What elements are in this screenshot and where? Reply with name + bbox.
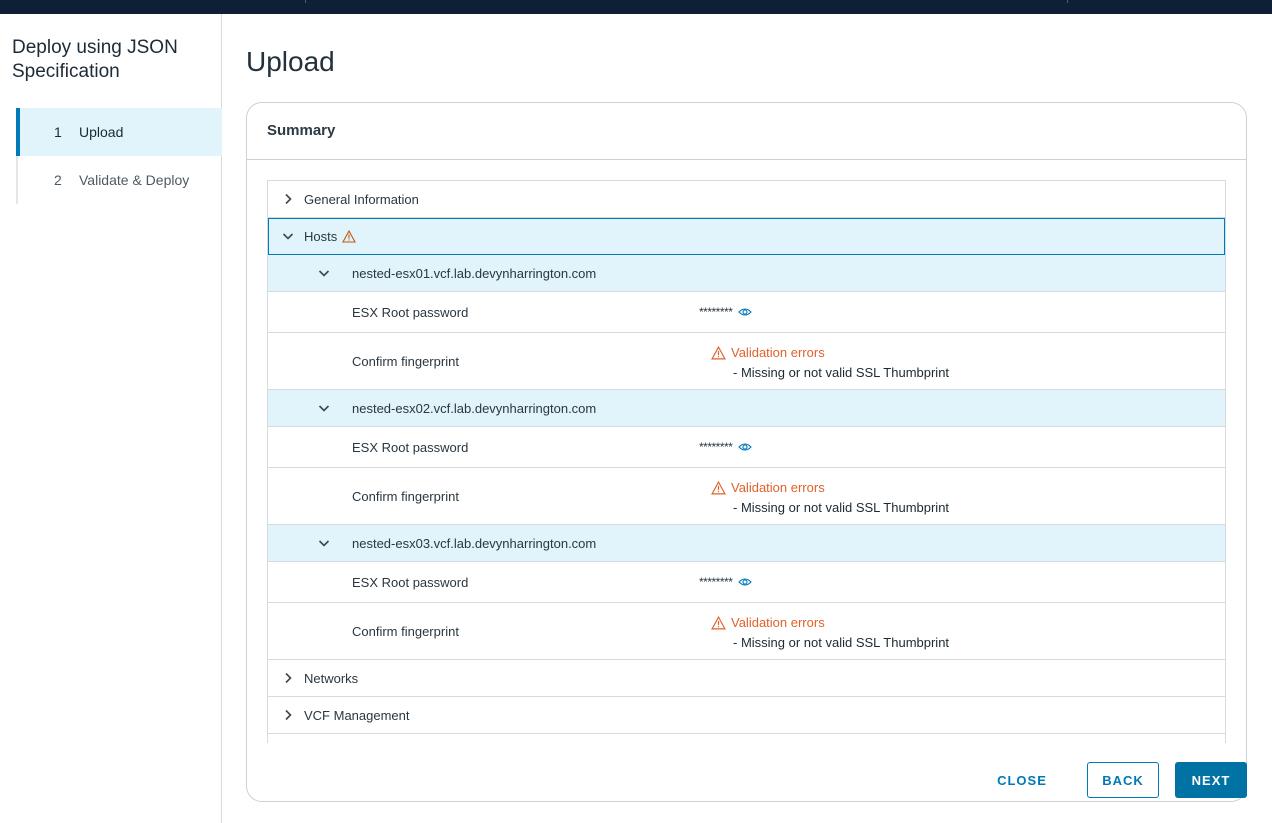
host-fingerprint-row: Confirm fingerprint Validation errors - … bbox=[268, 333, 1225, 390]
summary-tree[interactable]: General Information Hosts nested-esx01.v… bbox=[267, 180, 1226, 743]
page-title: Upload bbox=[246, 46, 335, 77]
validation-error: Validation errors - Missing or not valid… bbox=[711, 478, 1011, 518]
password-label: ESX Root password bbox=[352, 574, 469, 590]
fingerprint-label: Confirm fingerprint bbox=[352, 488, 459, 504]
host-name: nested-esx02.vcf.lab.devynharrington.com bbox=[352, 400, 597, 416]
validation-error: Validation errors - Missing or not valid… bbox=[711, 613, 1011, 653]
close-button[interactable]: CLOSE bbox=[982, 762, 1062, 798]
next-button[interactable]: NEXT bbox=[1175, 762, 1247, 798]
header-divider bbox=[305, 0, 306, 3]
error-message: - Missing or not valid SSL Thumbprint bbox=[733, 500, 950, 515]
wizard-steps: 1 Upload 2 Validate & Deploy bbox=[16, 108, 222, 204]
wizard-footer: CLOSE BACK NEXT bbox=[222, 762, 1272, 802]
fingerprint-label: Confirm fingerprint bbox=[352, 353, 459, 369]
tree-node-label: General Information bbox=[304, 191, 419, 207]
tree-node-host[interactable]: nested-esx01.vcf.lab.devynharrington.com bbox=[268, 255, 1225, 292]
hosts-label: Hosts bbox=[304, 228, 338, 244]
host-name: nested-esx03.vcf.lab.devynharrington.com bbox=[352, 535, 597, 551]
tree-node-partial[interactable] bbox=[268, 734, 1225, 743]
eye-icon[interactable] bbox=[738, 442, 753, 452]
host-password-row: ESX Root password ******** bbox=[268, 427, 1225, 468]
chevron-right-icon[interactable] bbox=[282, 672, 294, 684]
chevron-down-icon[interactable] bbox=[318, 537, 330, 549]
host-fingerprint-row: Confirm fingerprint Validation errors - … bbox=[268, 468, 1225, 525]
validation-error-title: Validation errors bbox=[711, 478, 1011, 498]
eye-icon[interactable] bbox=[738, 307, 753, 317]
warning-icon bbox=[342, 229, 357, 243]
step-number: 1 bbox=[54, 124, 62, 140]
step-number: 2 bbox=[54, 172, 62, 188]
password-value: ******** bbox=[699, 305, 753, 319]
password-label: ESX Root password bbox=[352, 439, 469, 455]
header-divider bbox=[1067, 0, 1068, 3]
validation-error-title: Validation errors bbox=[711, 343, 1011, 363]
step-upload[interactable]: 1 Upload bbox=[16, 108, 222, 156]
chevron-right-icon[interactable] bbox=[282, 709, 294, 721]
host-name: nested-esx01.vcf.lab.devynharrington.com bbox=[352, 265, 597, 281]
tree-node-host[interactable]: nested-esx02.vcf.lab.devynharrington.com bbox=[268, 390, 1225, 427]
main-content: Upload Summary General Information Hosts bbox=[222, 14, 1272, 823]
tree-node-label: Networks bbox=[304, 670, 359, 686]
error-title-text: Validation errors bbox=[731, 615, 825, 630]
wizard-title: Deploy using JSON Specification bbox=[12, 37, 178, 82]
tree-node-general-information[interactable]: General Information bbox=[268, 181, 1225, 218]
tree-node-label: VCF Management bbox=[304, 707, 410, 723]
warning-icon bbox=[711, 346, 726, 360]
tree-node-hosts[interactable]: Hosts bbox=[268, 218, 1225, 255]
chevron-down-icon[interactable] bbox=[318, 402, 330, 414]
password-mask: ******** bbox=[699, 575, 733, 589]
password-label: ESX Root password bbox=[352, 304, 469, 320]
chevron-down-icon[interactable] bbox=[282, 230, 294, 242]
step-validate-deploy[interactable]: 2 Validate & Deploy bbox=[16, 156, 222, 204]
eye-icon[interactable] bbox=[738, 577, 753, 587]
validation-error: Validation errors - Missing or not valid… bbox=[711, 343, 1011, 383]
password-value: ******** bbox=[699, 575, 753, 589]
password-mask: ******** bbox=[699, 440, 733, 454]
tree-node-host[interactable]: nested-esx03.vcf.lab.devynharrington.com bbox=[268, 525, 1225, 562]
error-message: - Missing or not valid SSL Thumbprint bbox=[733, 365, 950, 380]
password-mask: ******** bbox=[699, 305, 733, 319]
host-password-row: ESX Root password ******** bbox=[268, 292, 1225, 333]
step-label: Upload bbox=[79, 124, 124, 140]
password-value: ******** bbox=[699, 440, 753, 454]
host-fingerprint-row: Confirm fingerprint Validation errors - … bbox=[268, 603, 1225, 660]
fingerprint-label: Confirm fingerprint bbox=[352, 623, 459, 639]
chevron-right-icon[interactable] bbox=[282, 193, 294, 205]
error-title-text: Validation errors bbox=[731, 480, 825, 495]
back-button[interactable]: BACK bbox=[1087, 762, 1159, 798]
tree-node-vcf-management[interactable]: VCF Management bbox=[268, 697, 1225, 734]
tree-node-label: Hosts bbox=[304, 228, 357, 244]
host-password-row: ESX Root password ******** bbox=[268, 562, 1225, 603]
summary-title: Summary bbox=[247, 103, 1246, 160]
top-header-bar bbox=[0, 0, 1272, 14]
wizard-sidebar: Deploy using JSON Specification 1 Upload… bbox=[0, 14, 222, 823]
warning-icon bbox=[711, 481, 726, 495]
tree-node-networks[interactable]: Networks bbox=[268, 660, 1225, 697]
warning-icon bbox=[711, 616, 726, 630]
error-title-text: Validation errors bbox=[731, 345, 825, 360]
validation-error-title: Validation errors bbox=[711, 613, 1011, 633]
summary-card: Summary General Information Hosts nested… bbox=[246, 102, 1247, 802]
chevron-down-icon[interactable] bbox=[318, 267, 330, 279]
step-label: Validate & Deploy bbox=[79, 172, 190, 188]
error-message: - Missing or not valid SSL Thumbprint bbox=[733, 635, 950, 650]
